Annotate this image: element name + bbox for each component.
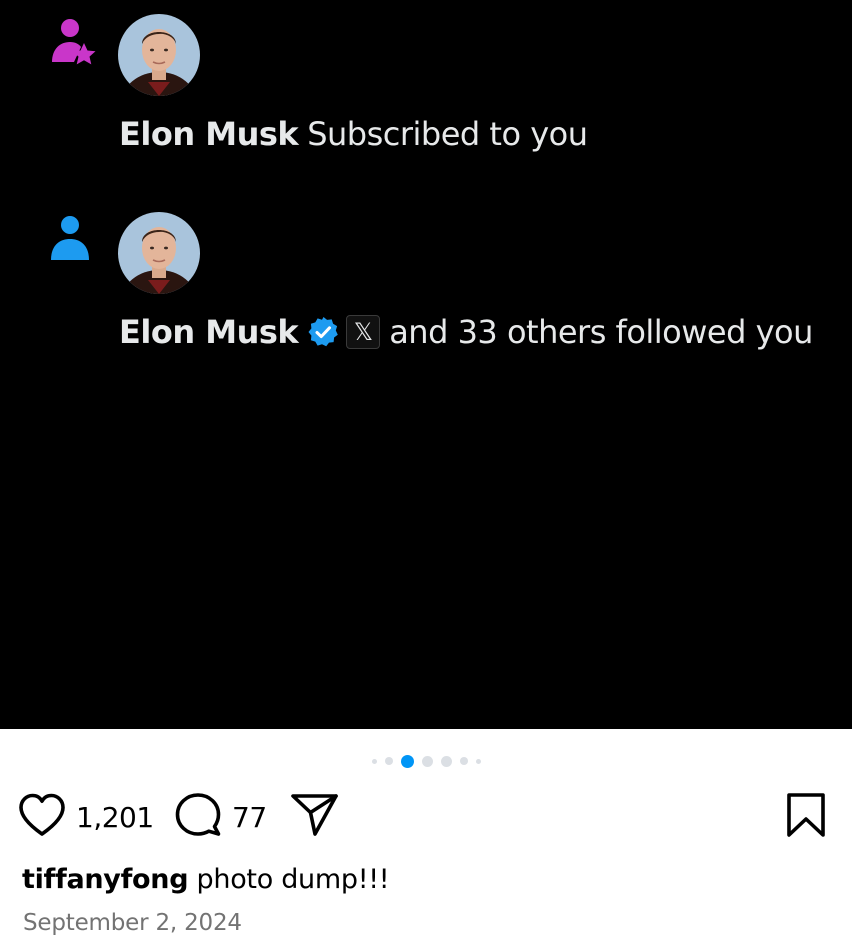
share-button[interactable] bbox=[290, 792, 340, 842]
post-image[interactable]: Elon Musk Subscribed to you Elon Musk 𝕏 … bbox=[0, 0, 852, 729]
notification-user-name[interactable]: Elon Musk bbox=[119, 115, 299, 153]
carousel-dot bbox=[421, 755, 433, 767]
comment-icon[interactable] bbox=[174, 792, 222, 843]
caption-username[interactable]: tiffanyfong bbox=[22, 864, 189, 895]
carousel-dot bbox=[475, 758, 481, 764]
notification-message: Subscribed to you bbox=[307, 115, 588, 153]
carousel-indicator bbox=[0, 753, 852, 769]
post-date: September 2, 2024 bbox=[23, 910, 242, 936]
verified-badge-icon bbox=[307, 316, 339, 348]
comment-button[interactable]: 77 bbox=[174, 792, 267, 842]
like-button[interactable]: 1,201 bbox=[18, 792, 154, 842]
bookmark-icon[interactable] bbox=[786, 792, 826, 843]
carousel-dot bbox=[384, 757, 393, 765]
comment-count[interactable]: 77 bbox=[232, 801, 267, 834]
notification-text: Elon Musk Subscribed to you bbox=[119, 112, 588, 156]
carousel-dot-active bbox=[400, 754, 414, 768]
notification-user-name[interactable]: Elon Musk bbox=[119, 313, 299, 351]
person-icon bbox=[48, 213, 98, 263]
post-caption: tiffanyfong photo dump!!! bbox=[22, 864, 390, 895]
x-affiliate-badge: 𝕏 bbox=[346, 315, 381, 349]
save-button[interactable] bbox=[786, 792, 826, 842]
heart-icon[interactable] bbox=[18, 793, 66, 842]
caption-text: photo dump!!! bbox=[196, 864, 390, 895]
notification-message: and 33 others followed you bbox=[389, 313, 813, 351]
notification-text: Elon Musk 𝕏 and 33 others followed you bbox=[119, 310, 813, 354]
avatar[interactable] bbox=[118, 14, 200, 96]
send-icon[interactable] bbox=[290, 792, 340, 843]
person-star-icon bbox=[48, 16, 98, 66]
carousel-dot bbox=[440, 755, 452, 767]
action-bar: 1,201 77 bbox=[0, 792, 852, 842]
avatar[interactable] bbox=[118, 212, 200, 294]
carousel-dot bbox=[371, 758, 377, 764]
carousel-dot bbox=[459, 757, 468, 765]
like-count[interactable]: 1,201 bbox=[76, 801, 154, 834]
